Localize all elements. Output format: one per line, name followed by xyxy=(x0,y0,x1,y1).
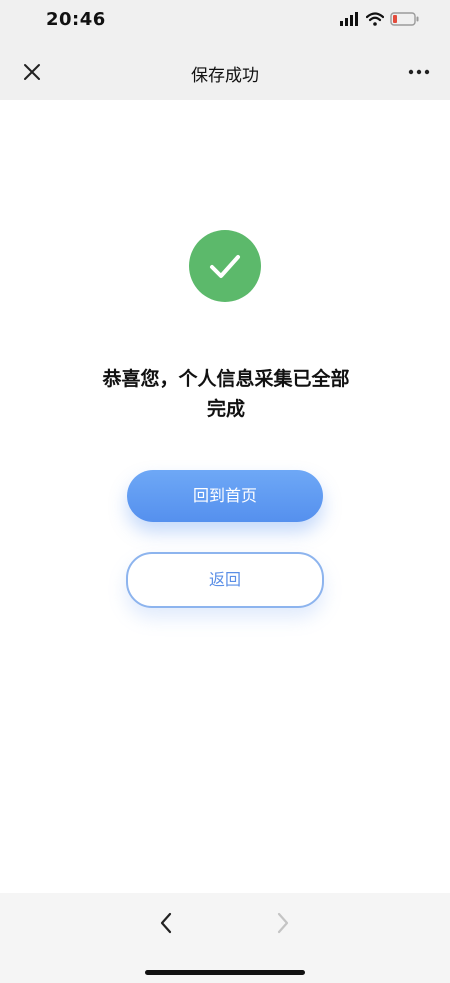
nav-bar: 保存成功 xyxy=(0,44,450,100)
battery-icon xyxy=(390,12,419,26)
page-title: 保存成功 xyxy=(191,66,259,86)
more-icon[interactable] xyxy=(406,60,432,84)
home-indicator[interactable] xyxy=(145,970,305,975)
wifi-icon xyxy=(366,12,384,26)
chevron-left-icon[interactable] xyxy=(155,911,179,935)
check-circle-icon xyxy=(189,230,261,302)
signal-icon xyxy=(340,12,358,26)
success-message: 恭喜您，个人信息采集已全部完成 xyxy=(102,368,350,420)
status-bar: 20:46 xyxy=(0,0,450,44)
status-icons xyxy=(340,12,420,26)
back-button[interactable]: 返回 xyxy=(126,552,324,608)
home-button[interactable]: 回到首页 xyxy=(127,470,323,522)
chevron-right-icon[interactable] xyxy=(270,911,294,935)
status-time: 20:46 xyxy=(46,9,106,30)
bottom-toolbar xyxy=(0,893,450,983)
